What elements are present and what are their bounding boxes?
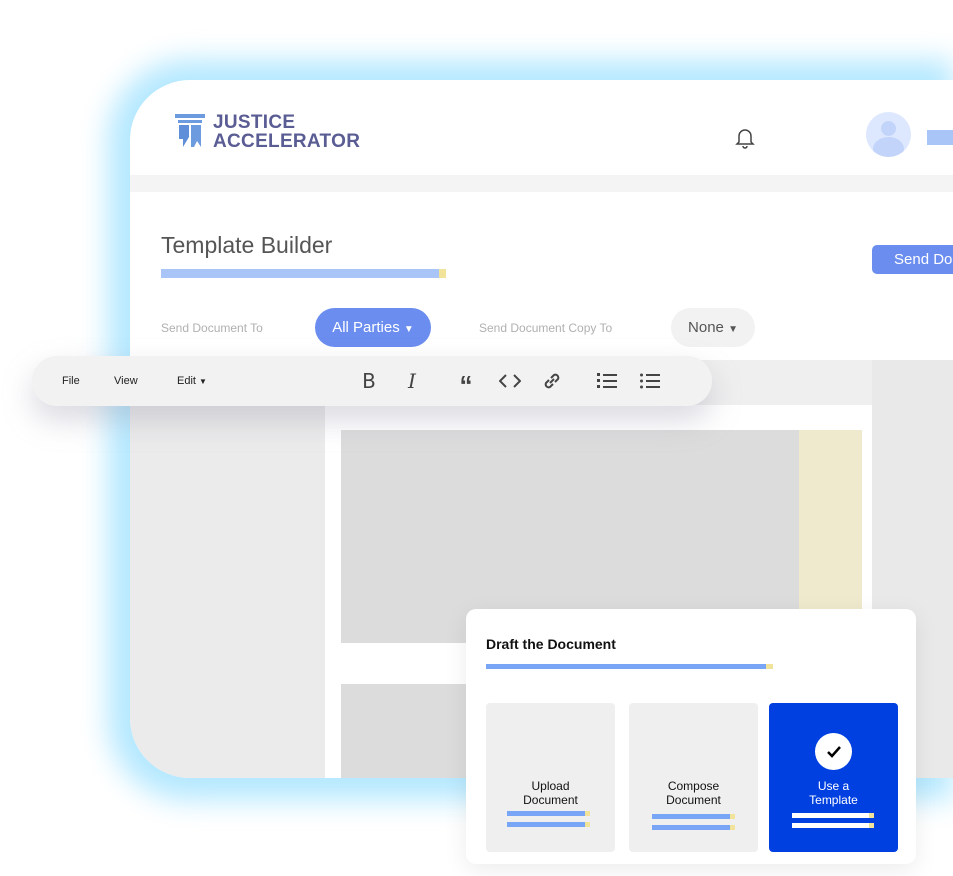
header: JUSTICE ACCELERATOR [130,80,953,175]
bell-icon[interactable] [735,127,755,154]
logo-text: JUSTICE ACCELERATOR [213,112,361,152]
send-document-button[interactable]: Send Do [872,245,953,274]
avatar[interactable] [866,112,911,157]
option-label: Compose Document [666,779,721,807]
draft-title-underline [486,664,773,669]
editor-toolbar: File View Edit ▼ B I “ [32,356,712,406]
code-icon[interactable] [497,368,523,394]
caret-down-icon: ▼ [199,377,207,386]
checkmark-icon [815,733,852,770]
option-label: Use a Template [809,779,858,807]
title-underline [161,269,446,278]
link-icon[interactable] [539,368,565,394]
send-to-label: Send Document To [161,321,263,335]
sidebar [130,405,325,778]
menu-edit-label: Edit [177,375,196,387]
page-title: Template Builder [161,232,333,258]
divider [130,175,953,192]
highlight-placeholder [799,430,862,610]
bold-icon[interactable]: B [356,368,382,394]
send-to-value: All Parties [332,319,400,336]
copy-to-label: Send Document Copy To [479,321,613,335]
copy-to-dropdown[interactable]: None ▼ [671,308,755,347]
user-name-placeholder [927,130,953,145]
option-label: Upload Document [523,779,578,807]
logo[interactable]: JUSTICE ACCELERATOR [175,113,360,151]
ordered-list-icon[interactable] [594,368,620,394]
draft-document-card: Draft the Document Upload Document Compos… [466,609,916,864]
quote-icon[interactable]: “ [453,368,479,400]
menu-edit[interactable]: Edit ▼ [177,375,207,387]
upload-document-option[interactable]: Upload Document [486,703,615,852]
draft-title: Draft the Document [486,636,616,652]
menu-view[interactable]: View [114,375,138,387]
caret-down-icon: ▼ [403,324,414,335]
use-template-option[interactable]: Use a Template [769,703,898,852]
menu-file[interactable]: File [62,375,80,387]
copy-to-value: None [688,319,724,336]
caret-down-icon: ▼ [728,324,738,335]
send-to-dropdown[interactable]: All Parties ▼ [315,308,431,347]
unordered-list-icon[interactable] [637,368,663,394]
justice-logo-icon [175,114,205,147]
italic-icon[interactable]: I [399,368,425,394]
compose-document-option[interactable]: Compose Document [629,703,758,852]
